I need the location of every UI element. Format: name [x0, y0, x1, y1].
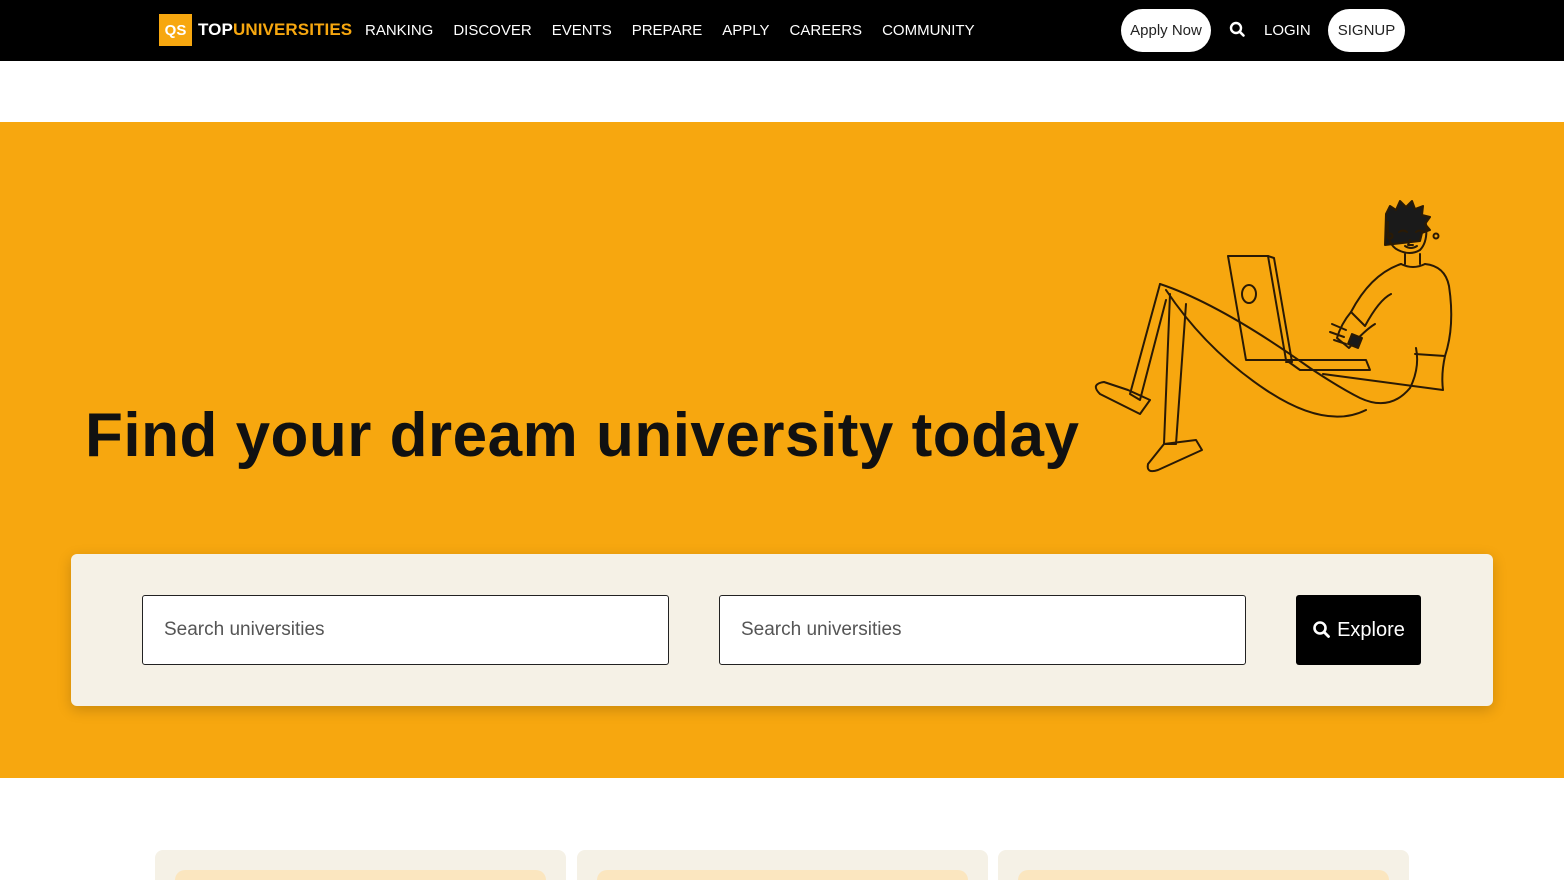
nav-item-prepare[interactable]: PREPARE [632, 22, 703, 39]
login-link[interactable]: LOGIN [1264, 0, 1311, 61]
main-nav: RANKING DISCOVER EVENTS PREPARE APPLY CA… [365, 0, 995, 61]
feature-card[interactable] [998, 850, 1409, 880]
logo-universities-text: UNIVERSITIES [232, 20, 353, 39]
apply-now-button[interactable]: Apply Now [1121, 9, 1211, 52]
topuniversities-logo[interactable]: QS TOPUNIVERSITIES [159, 14, 352, 46]
nav-item-careers[interactable]: CAREERS [790, 22, 863, 39]
university-search-input-secondary[interactable] [719, 595, 1246, 665]
nav-item-events[interactable]: EVENTS [552, 22, 612, 39]
logo-wordmark: TOPUNIVERSITIES [198, 20, 352, 40]
nav-item-apply[interactable]: APPLY [722, 22, 769, 39]
feature-card-image [597, 870, 968, 880]
nav-item-discover[interactable]: DISCOVER [453, 22, 531, 39]
university-search-input[interactable] [142, 595, 669, 665]
person-with-laptop-illustration [1068, 184, 1458, 489]
top-navigation-bar: QS TOPUNIVERSITIES RANKING DISCOVER EVEN… [0, 0, 1564, 61]
search-icon[interactable] [1228, 20, 1248, 40]
qs-logo-mark: QS [159, 14, 192, 46]
explore-button-label: Explore [1337, 618, 1405, 641]
hero-section: Find your dream university today Search … [0, 122, 1564, 778]
nav-item-community[interactable]: COMMUNITY [882, 22, 975, 39]
explore-button[interactable]: Explore [1296, 595, 1421, 665]
feature-card-image [1018, 870, 1389, 880]
nav-item-ranking[interactable]: RANKING [365, 22, 433, 39]
search-icon [1313, 621, 1330, 638]
logo-top-text: TOP [198, 20, 233, 39]
feature-card-image [175, 870, 546, 880]
feature-card[interactable] [155, 850, 566, 880]
university-search-panel: Explore [71, 554, 1493, 706]
feature-card[interactable] [577, 850, 988, 880]
signup-button[interactable]: SIGNUP [1328, 9, 1405, 52]
hero-title: Find your dream university today [85, 401, 1080, 470]
